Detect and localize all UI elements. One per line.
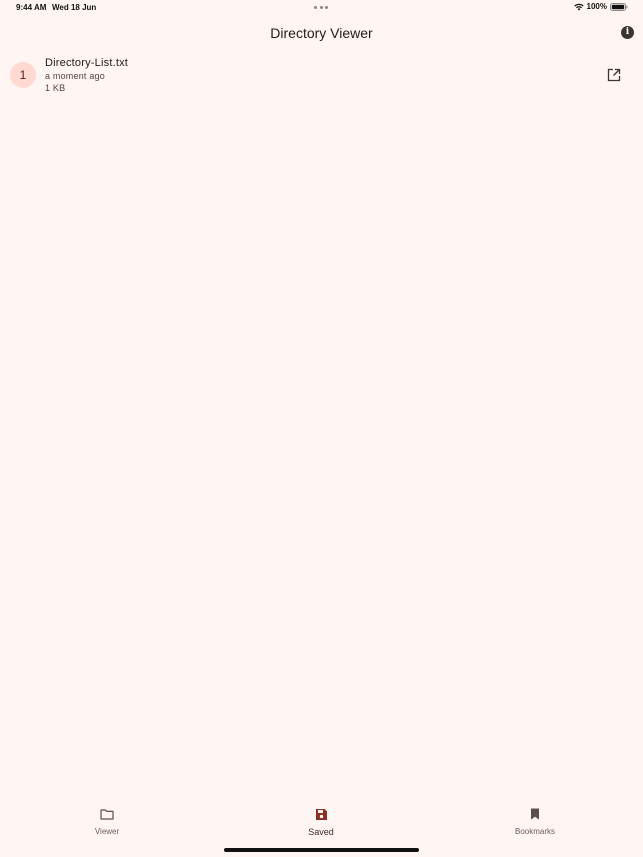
folder-icon (67, 808, 147, 824)
nav-label-bookmarks: Bookmarks (514, 827, 555, 836)
file-name: Directory-List.txt (45, 57, 129, 69)
status-indicators: 100% (573, 2, 628, 11)
multitasking-dots-icon[interactable] (314, 6, 328, 10)
battery-percent: 100% (586, 2, 607, 11)
file-index-avatar: 1 (10, 62, 36, 88)
nav-item-bookmarks[interactable]: Bookmarks (495, 808, 575, 836)
nav-label-viewer: Viewer (94, 827, 120, 836)
home-indicator[interactable] (224, 848, 419, 852)
nav-label-saved: Saved (308, 827, 334, 837)
file-details: Directory-List.txt a moment ago 1 KB (45, 57, 128, 94)
battery-full-icon (610, 2, 628, 11)
status-time: 9:44 AM (16, 3, 47, 12)
nav-item-viewer[interactable]: Viewer (67, 808, 147, 836)
bookmark-icon (495, 808, 575, 824)
page-title: Directory Viewer (270, 25, 373, 41)
nav-item-saved[interactable]: Saved (281, 808, 361, 837)
wifi-icon (573, 3, 584, 11)
app-bar: Directory Viewer i (0, 20, 643, 48)
info-icon[interactable]: i (621, 26, 634, 39)
status-date: Wed 18 Jun (52, 3, 97, 12)
save-icon (281, 808, 361, 824)
file-size: 1 KB (45, 83, 66, 93)
status-bar: 9:44 AM Wed 18 Jun 100% (0, 0, 643, 16)
file-modified: a moment ago (45, 71, 105, 81)
app-screen: 9:44 AM Wed 18 Jun 100% Directory Viewer… (0, 0, 643, 857)
open-in-new-icon[interactable] (607, 68, 621, 82)
list-item[interactable]: 1 Directory-List.txt a moment ago 1 KB (0, 54, 643, 98)
